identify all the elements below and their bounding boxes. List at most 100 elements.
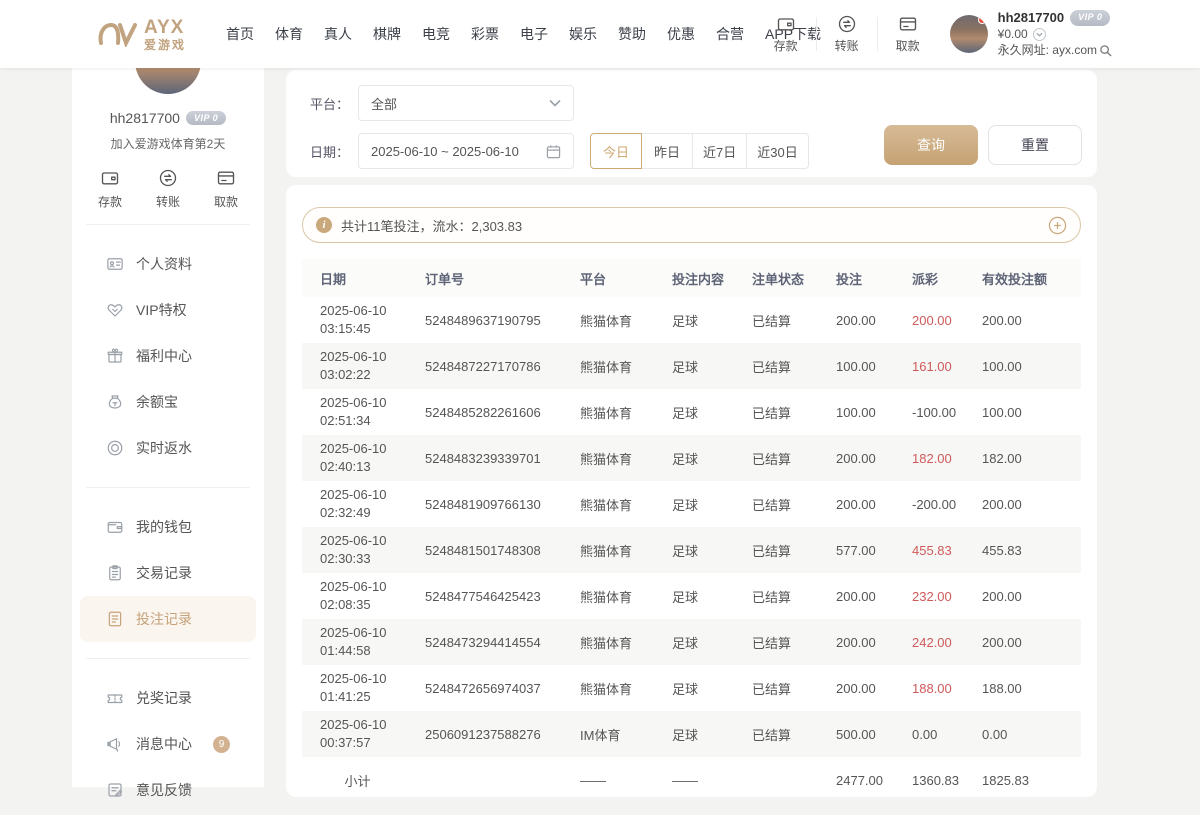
range-button-近7日[interactable]: 近7日 (692, 133, 747, 169)
date-range-input[interactable]: 2025-06-10 ~ 2025-06-10 (358, 133, 574, 169)
expand-icon[interactable] (1048, 216, 1067, 235)
nav-item-5[interactable]: 彩票 (471, 24, 499, 44)
cell-content: 足球 (672, 587, 752, 606)
nav-item-2[interactable]: 真人 (324, 24, 352, 44)
cell-payout: 188.00 (912, 681, 982, 696)
platform-select[interactable]: 全部 (358, 85, 574, 121)
nav-item-7[interactable]: 娱乐 (569, 24, 597, 44)
nav-item-0[interactable]: 首页 (226, 24, 254, 44)
reset-button[interactable]: 重置 (988, 125, 1082, 165)
top-header: AYX 爱游戏 首页体育真人棋牌电竞彩票电子娱乐赞助优惠合营APP下载 存款转账… (0, 0, 1200, 68)
range-button-近30日[interactable]: 近30日 (746, 133, 808, 169)
divider (86, 224, 250, 225)
cell-content: 足球 (672, 725, 752, 744)
cell-order-number: 5248473294414554 (425, 635, 580, 650)
cell-valid-bet: 200.00 (982, 313, 1081, 328)
sidebar-item-消息中心[interactable]: 消息中心9 (80, 721, 256, 767)
nav-item-6[interactable]: 电子 (520, 24, 548, 44)
table-row[interactable]: 2025-06-1000:37:572506091237588276IM体育足球… (302, 711, 1081, 757)
balance-refresh-icon[interactable] (1033, 28, 1046, 41)
date-range-value: 2025-06-10 ~ 2025-06-10 (371, 144, 546, 159)
table-row[interactable]: 2025-06-1001:44:585248473294414554熊猫体育足球… (302, 619, 1081, 665)
cell-payout: 232.00 (912, 589, 982, 604)
deposit-icon (100, 168, 120, 188)
cell-status: 已结算 (752, 357, 836, 376)
wallet-icon (106, 518, 124, 536)
cell-bet: 200.00 (836, 497, 912, 512)
table-row[interactable]: 2025-06-1002:08:355248477546425423熊猫体育足球… (302, 573, 1081, 619)
sidebar-item-个人资料[interactable]: 个人资料 (80, 241, 256, 287)
column-header-2: 平台 (580, 269, 672, 288)
sidebar-item-福利中心[interactable]: 福利中心 (80, 333, 256, 379)
sidebar-item-VIP特权[interactable]: VIP特权 (80, 287, 256, 333)
cell-date: 2025-06-1002:51:34 (320, 394, 425, 429)
sidebar-item-我的钱包[interactable]: 我的钱包 (80, 504, 256, 550)
sidebar: hh2817700 VIP 0 加入爱游戏体育第2天 存款转账取款 个人资料VI… (72, 68, 264, 787)
header-action-取款[interactable]: 取款 (884, 14, 932, 54)
search-icon[interactable] (1099, 44, 1112, 57)
table-row[interactable]: 2025-06-1002:32:495248481909766130熊猫体育足球… (302, 481, 1081, 527)
cell-platform: 熊猫体育 (580, 357, 672, 376)
nav-item-4[interactable]: 电竞 (422, 24, 450, 44)
cell-content: 足球 (672, 495, 752, 514)
cell-platform: 熊猫体育 (580, 587, 672, 606)
yuebao-icon (106, 393, 124, 411)
transactions-icon (106, 564, 124, 582)
brand-logo[interactable]: AYX 爱游戏 (98, 18, 186, 51)
header-action-存款[interactable]: 存款 (762, 14, 810, 54)
cell-platform: 熊猫体育 (580, 403, 672, 422)
search-button[interactable]: 查询 (884, 125, 978, 165)
cell-status: 已结算 (752, 679, 836, 698)
nav-item-1[interactable]: 体育 (275, 24, 303, 44)
cell-platform: 熊猫体育 (580, 311, 672, 330)
table-row[interactable]: 2025-06-1003:02:225248487227170786熊猫体育足球… (302, 343, 1081, 389)
prize-icon (106, 689, 124, 707)
cell-valid-bet: 0.00 (982, 727, 1081, 742)
sidebar-action-转账[interactable]: 转账 (156, 168, 180, 210)
sidebar-item-意见反馈[interactable]: 意见反馈 (80, 767, 256, 813)
cell-status: 已结算 (752, 449, 836, 468)
sidebar-action-取款[interactable]: 取款 (214, 168, 238, 210)
username: hh2817700 (998, 10, 1065, 26)
divider (86, 487, 250, 488)
cell-payout: 200.00 (912, 313, 982, 328)
nav-item-10[interactable]: 合营 (716, 24, 744, 44)
divider (86, 658, 250, 659)
table-row[interactable]: 2025-06-1002:40:135248483239339701熊猫体育足球… (302, 435, 1081, 481)
table-row[interactable]: 2025-06-1001:41:255248472656974037熊猫体育足球… (302, 665, 1081, 711)
sidebar-item-兑奖记录[interactable]: 兑奖记录 (80, 675, 256, 721)
unread-badge: 9 (213, 736, 230, 753)
cell-order-number: 5248487227170786 (425, 359, 580, 374)
table-row[interactable]: 2025-06-1003:15:455248489637190795熊猫体育足球… (302, 297, 1081, 343)
range-button-今日[interactable]: 今日 (590, 133, 642, 169)
cell-bet: 200.00 (836, 635, 912, 650)
subtotal-valid: 1825.83 (982, 773, 1081, 788)
table-row[interactable]: 2025-06-1002:51:345248485282261606熊猫体育足球… (302, 389, 1081, 435)
header-action-转账[interactable]: 转账 (823, 14, 871, 54)
cell-payout: -200.00 (912, 497, 982, 512)
cell-order-number: 5248481909766130 (425, 497, 580, 512)
cell-date: 2025-06-1002:40:13 (320, 440, 425, 475)
nav-item-3[interactable]: 棋牌 (373, 24, 401, 44)
cell-payout: 0.00 (912, 727, 982, 742)
sidebar-item-实时返水[interactable]: 实时返水 (80, 425, 256, 471)
subtotal-platform: —— (580, 773, 672, 788)
table-row[interactable]: 2025-06-1002:30:335248481501748308熊猫体育足球… (302, 527, 1081, 573)
range-button-昨日[interactable]: 昨日 (641, 133, 693, 169)
sidebar-item-交易记录[interactable]: 交易记录 (80, 550, 256, 596)
bet-records-panel: i 共计11笔投注，流水：2,303.83 日期订单号平台投注内容注单状态投注派… (286, 185, 1097, 797)
benefits-icon (106, 347, 124, 365)
sidebar-action-存款[interactable]: 存款 (98, 168, 122, 210)
cell-status: 已结算 (752, 633, 836, 652)
sidebar-item-余额宝[interactable]: 余额宝 (80, 379, 256, 425)
bet-records-icon (106, 610, 124, 628)
balance-amount: ¥0.00 (998, 27, 1028, 42)
nav-item-8[interactable]: 赞助 (618, 24, 646, 44)
subtotal-payout: 1360.83 (912, 773, 982, 788)
nav-item-9[interactable]: 优惠 (667, 24, 695, 44)
user-avatar[interactable] (950, 15, 988, 53)
cell-valid-bet: 200.00 (982, 589, 1081, 604)
cell-status: 已结算 (752, 725, 836, 744)
sidebar-item-投注记录[interactable]: 投注记录 (80, 596, 256, 642)
deposit-icon (776, 14, 796, 34)
